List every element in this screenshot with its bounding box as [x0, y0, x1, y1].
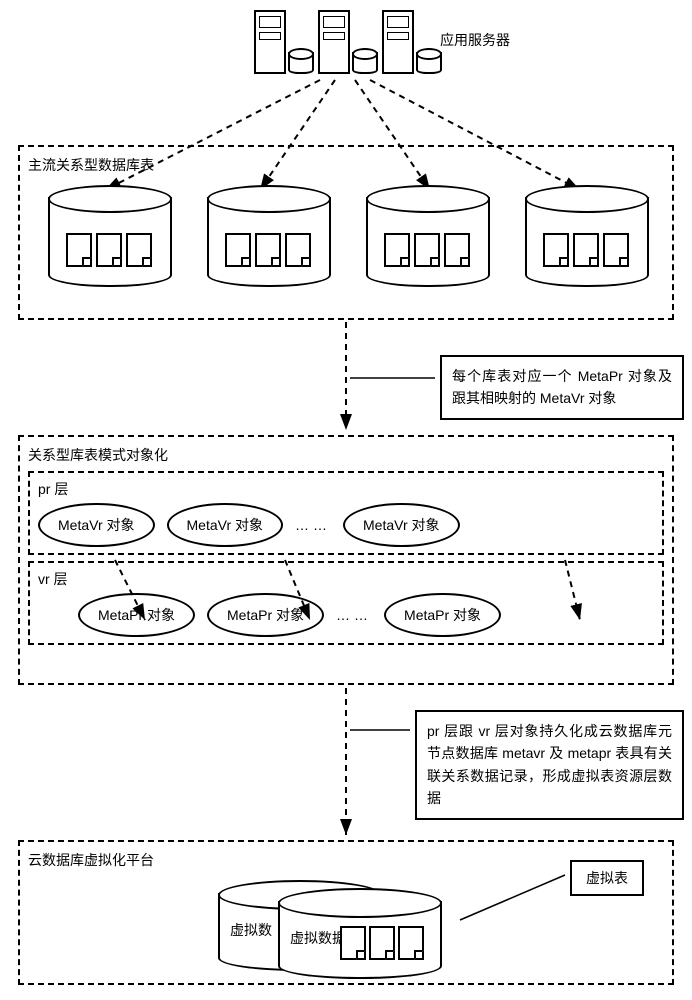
vr-row: MetaPr 对象 MetaPr 对象 …… MetaPr 对象: [78, 593, 654, 637]
annotation-mapping: 每个库表对应一个 MetaPr 对象及跟其相映射的 MetaVr 对象: [440, 355, 684, 420]
virtual-db-icon: 虚拟数据库: [278, 888, 438, 978]
server: [318, 10, 374, 74]
metavr-object: MetaVr 对象: [38, 503, 155, 547]
vr-layer-label: vr 层: [38, 571, 68, 587]
server-row: [254, 10, 438, 74]
database-icon: [48, 185, 168, 285]
db-row: [28, 185, 664, 285]
virtual-db-label: 虚拟数: [230, 920, 272, 940]
architecture-diagram: 应用服务器 主流关系型数据库表 每个库表对应一个 MetaPr 对象及跟其: [10, 10, 682, 990]
annotation-persistence: pr 层跟 vr 层对象持久化成云数据库元节点数据库 metavr 及 meta…: [415, 710, 684, 820]
metavr-object: MetaVr 对象: [167, 503, 284, 547]
metapr-object: MetaPr 对象: [207, 593, 324, 637]
server-disk-icon: [416, 48, 438, 74]
db-tier-title: 主流关系型数据库表: [28, 155, 664, 175]
annotation-text: 每个库表对应一个 MetaPr 对象及跟其相映射的 MetaVr 对象: [452, 368, 672, 406]
annotation-text: pr 层跟 vr 层对象持久化成云数据库元节点数据库 metavr 及 meta…: [427, 723, 672, 806]
server-tower-icon: [382, 10, 414, 74]
server-label: 应用服务器: [440, 30, 510, 50]
annotation-virtual-table: 虚拟表: [570, 860, 644, 896]
metapr-object: MetaPr 对象: [78, 593, 195, 637]
server-tower-icon: [318, 10, 350, 74]
server: [254, 10, 310, 74]
metavr-object: MetaVr 对象: [343, 503, 460, 547]
db-tier-box: 主流关系型数据库表: [18, 145, 674, 320]
pr-layer-label: pr 层: [38, 481, 68, 497]
database-icon: [525, 185, 645, 285]
server-disk-icon: [352, 48, 374, 74]
virtual-table-icon: [340, 926, 424, 960]
object-tier-title: 关系型库表模式对象化: [28, 445, 664, 465]
metapr-object: MetaPr 对象: [384, 593, 501, 637]
annotation-text: 虚拟表: [586, 870, 628, 886]
ellipsis: ……: [336, 607, 372, 623]
object-tier-box: 关系型库表模式对象化 pr 层 MetaVr 对象 MetaVr 对象 …… M…: [18, 435, 674, 685]
pr-layer-box: pr 层 MetaVr 对象 MetaVr 对象 …… MetaVr 对象: [28, 471, 664, 555]
server: [382, 10, 438, 74]
vr-layer-box: vr 层 MetaPr 对象 MetaPr 对象 …… MetaPr 对象: [28, 561, 664, 645]
cloud-tier-title: 云数据库虚拟化平台: [28, 850, 664, 870]
ellipsis: ……: [295, 517, 331, 533]
server-tower-icon: [254, 10, 286, 74]
database-icon: [207, 185, 327, 285]
pr-row: MetaVr 对象 MetaVr 对象 …… MetaVr 对象: [38, 503, 654, 547]
server-disk-icon: [288, 48, 310, 74]
database-icon: [366, 185, 486, 285]
